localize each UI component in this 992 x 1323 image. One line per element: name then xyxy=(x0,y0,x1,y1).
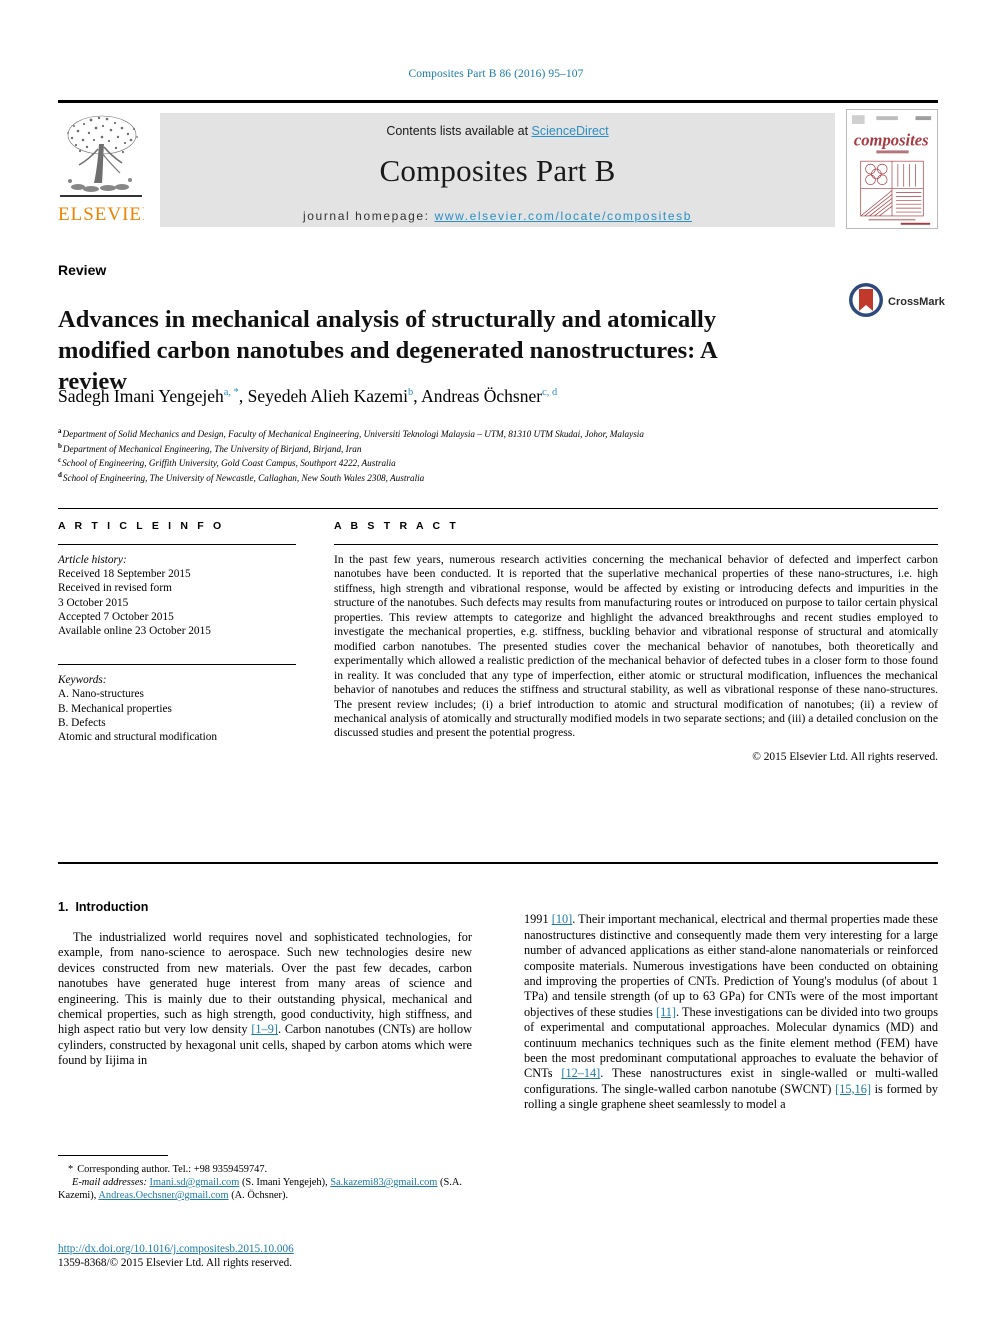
keywords-block: Keywords: A. Nano-structures B. Mechanic… xyxy=(58,673,296,744)
journal-title: Composites Part B xyxy=(379,153,616,188)
intro-right-text-2: . Their important mechanical, electrical… xyxy=(524,912,939,1019)
affiliation-item: aDepartment of Solid Mechanics and Desig… xyxy=(58,426,938,441)
article-type-label: Review xyxy=(58,262,107,278)
keyword-item: Atomic and structural modification xyxy=(58,731,218,744)
affiliation-text-1: Department of Mechanical Engineering, Th… xyxy=(62,443,362,454)
elsevier-wordmark: ELSEVIER xyxy=(58,205,144,225)
article-info-heading: A R T I C L E I N F O xyxy=(58,520,225,532)
keyword-item: B. Defects xyxy=(58,716,106,729)
history-item: 3 October 2015 xyxy=(58,596,129,609)
affiliation-text-2: School of Engineering, Griffith Universi… xyxy=(62,458,396,469)
info-band-bottom-rule xyxy=(58,862,938,864)
email-addresses-label: E-mail addresses: xyxy=(72,1177,147,1189)
abstract-copyright: © 2015 Elsevier Ltd. All rights reserved… xyxy=(752,750,938,763)
email-owner-1: (S. Imani Yengejeh), xyxy=(241,1177,328,1189)
history-item: Received 18 September 2015 xyxy=(58,568,191,581)
introduction-paragraph: The industrialized world requires novel … xyxy=(58,930,472,1069)
author-name-1: Seyedeh Alieh Kazemi xyxy=(247,385,409,406)
abstract-rule xyxy=(334,544,938,545)
contents-available-line: Contents lists available at ScienceDirec… xyxy=(160,113,835,138)
intro-right-text-1: 1991 xyxy=(524,912,552,927)
journal-masthead: ELSEVIER Contents lists available at Sci… xyxy=(58,100,938,229)
corresponding-author-text: Corresponding author. Tel.: +98 93594597… xyxy=(77,1164,268,1175)
crossmark-badge[interactable]: CrossMark xyxy=(848,282,948,328)
affiliation-text-3: School of Engineering, The University of… xyxy=(62,473,425,484)
email-addresses-line: E-mail addresses: Imani.sd@gmail.com (S.… xyxy=(58,1176,472,1202)
affiliation-item: dSchool of Engineering, The University o… xyxy=(58,470,938,485)
article-history-block: Article history: Received 18 September 2… xyxy=(58,553,296,638)
running-head: Composites Part B 86 (2016) 95–107 xyxy=(408,68,584,80)
crossmark-icon xyxy=(849,283,883,317)
sciencedirect-link[interactable]: ScienceDirect xyxy=(532,124,609,138)
introduction-paragraph-continued: 1991 [10]. Their important mechanical, e… xyxy=(524,912,938,1112)
corresponding-author-line: * Corresponding author. Tel.: +98 9359459… xyxy=(58,1163,472,1176)
article-history-label: Article history: xyxy=(58,554,127,566)
introduction-left-column: 1. Introduction The industrialized world … xyxy=(58,900,472,1081)
author-marks-1: b xyxy=(408,387,414,398)
email-link-1[interactable]: Imani.sd@gmail.com xyxy=(150,1177,240,1188)
author-name-2: Andreas Öchsner xyxy=(421,385,543,406)
citation-12-14[interactable]: [12–14] xyxy=(561,1066,600,1080)
article-footer: http://dx.doi.org/10.1016/j.compositesb.… xyxy=(58,1242,488,1271)
history-item: Available online 23 October 2015 xyxy=(58,625,211,638)
affiliation-item: bDepartment of Mechanical Engineering, T… xyxy=(58,441,938,456)
corresponding-author-footnote: * Corresponding author. Tel.: +98 9359459… xyxy=(58,1155,472,1202)
journal-homepage-line: journal homepage: www.elsevier.com/locat… xyxy=(160,209,835,223)
footnote-rule xyxy=(58,1155,168,1156)
email-owner-3: (A. Öchsner). xyxy=(231,1190,289,1202)
email-link-2[interactable]: Sa.kazemi83@gmail.com xyxy=(330,1177,437,1188)
journal-homepage-link[interactable]: www.elsevier.com/locate/compositesb xyxy=(435,209,692,223)
introduction-right-column: 1991 [10]. Their important mechanical, e… xyxy=(524,900,938,1125)
abstract-column: A B S T R A C T In the past few years, n… xyxy=(334,520,938,763)
citation-11[interactable]: [11] xyxy=(656,1005,676,1019)
abstract-text: In the past few years, numerous research… xyxy=(334,553,938,740)
elsevier-logo: ELSEVIER xyxy=(58,109,144,229)
author-marks-0: a, * xyxy=(223,387,239,398)
article-info-column: A R T I C L E I N F O Article history: R… xyxy=(58,520,296,744)
issn-copyright-line: 1359-8368/© 2015 Elsevier Ltd. All right… xyxy=(58,1257,293,1270)
citation-1-9[interactable]: [1–9] xyxy=(251,1022,278,1036)
introduction-heading: 1. Introduction xyxy=(58,900,472,914)
keywords-label: Keywords: xyxy=(58,674,107,687)
elsevier-tree-icon xyxy=(60,115,142,197)
section-title: Introduction xyxy=(75,900,149,914)
footnote-star: * xyxy=(68,1164,74,1175)
affiliation-item: cSchool of Engineering, Griffith Univers… xyxy=(58,455,938,470)
journal-band: Contents lists available at ScienceDirec… xyxy=(160,113,835,227)
svg-text:composites: composites xyxy=(854,131,929,150)
author-list: Sadegh Imani Yengejeha, *, Seyedeh Alieh… xyxy=(58,385,558,406)
affiliation-text-0: Department of Solid Mechanics and Design… xyxy=(62,429,644,440)
crossmark-label: CrossMark xyxy=(888,296,945,308)
history-item: Accepted 7 October 2015 xyxy=(58,610,174,623)
keywords-rule xyxy=(58,664,296,666)
doi-link[interactable]: http://dx.doi.org/10.1016/j.compositesb.… xyxy=(58,1243,294,1255)
contents-prefix: Contents lists available at xyxy=(386,124,532,138)
author-name-0: Sadegh Imani Yengejeh xyxy=(58,385,224,406)
affiliation-list: aDepartment of Solid Mechanics and Desig… xyxy=(58,426,938,485)
intro-left-text-1: The industrialized world requires novel … xyxy=(58,930,472,1037)
footnote-text: * Corresponding author. Tel.: +98 9359459… xyxy=(58,1163,472,1202)
keyword-item: A. Nano-structures xyxy=(58,688,144,701)
cover-art: composites xyxy=(847,110,937,228)
info-band-top-rule xyxy=(58,508,938,509)
author-marks-2: c, d xyxy=(542,387,558,398)
citation-10[interactable]: [10] xyxy=(552,912,573,926)
article-info-rule xyxy=(58,544,296,545)
journal-article-page: Composites Part B 86 (2016) 95–107 ELSEV… xyxy=(0,0,992,1323)
email-link-3[interactable]: Andreas.Oechsner@gmail.com xyxy=(98,1190,228,1201)
journal-cover-thumbnail: composites xyxy=(846,109,938,229)
keyword-item: B. Mechanical properties xyxy=(58,702,172,715)
abstract-heading: A B S T R A C T xyxy=(334,520,459,532)
history-item: Received in revised form xyxy=(58,582,172,595)
citation-15-16[interactable]: [15,16] xyxy=(835,1082,871,1096)
homepage-prefix: journal homepage: xyxy=(303,209,435,223)
section-number: 1. xyxy=(58,900,69,914)
